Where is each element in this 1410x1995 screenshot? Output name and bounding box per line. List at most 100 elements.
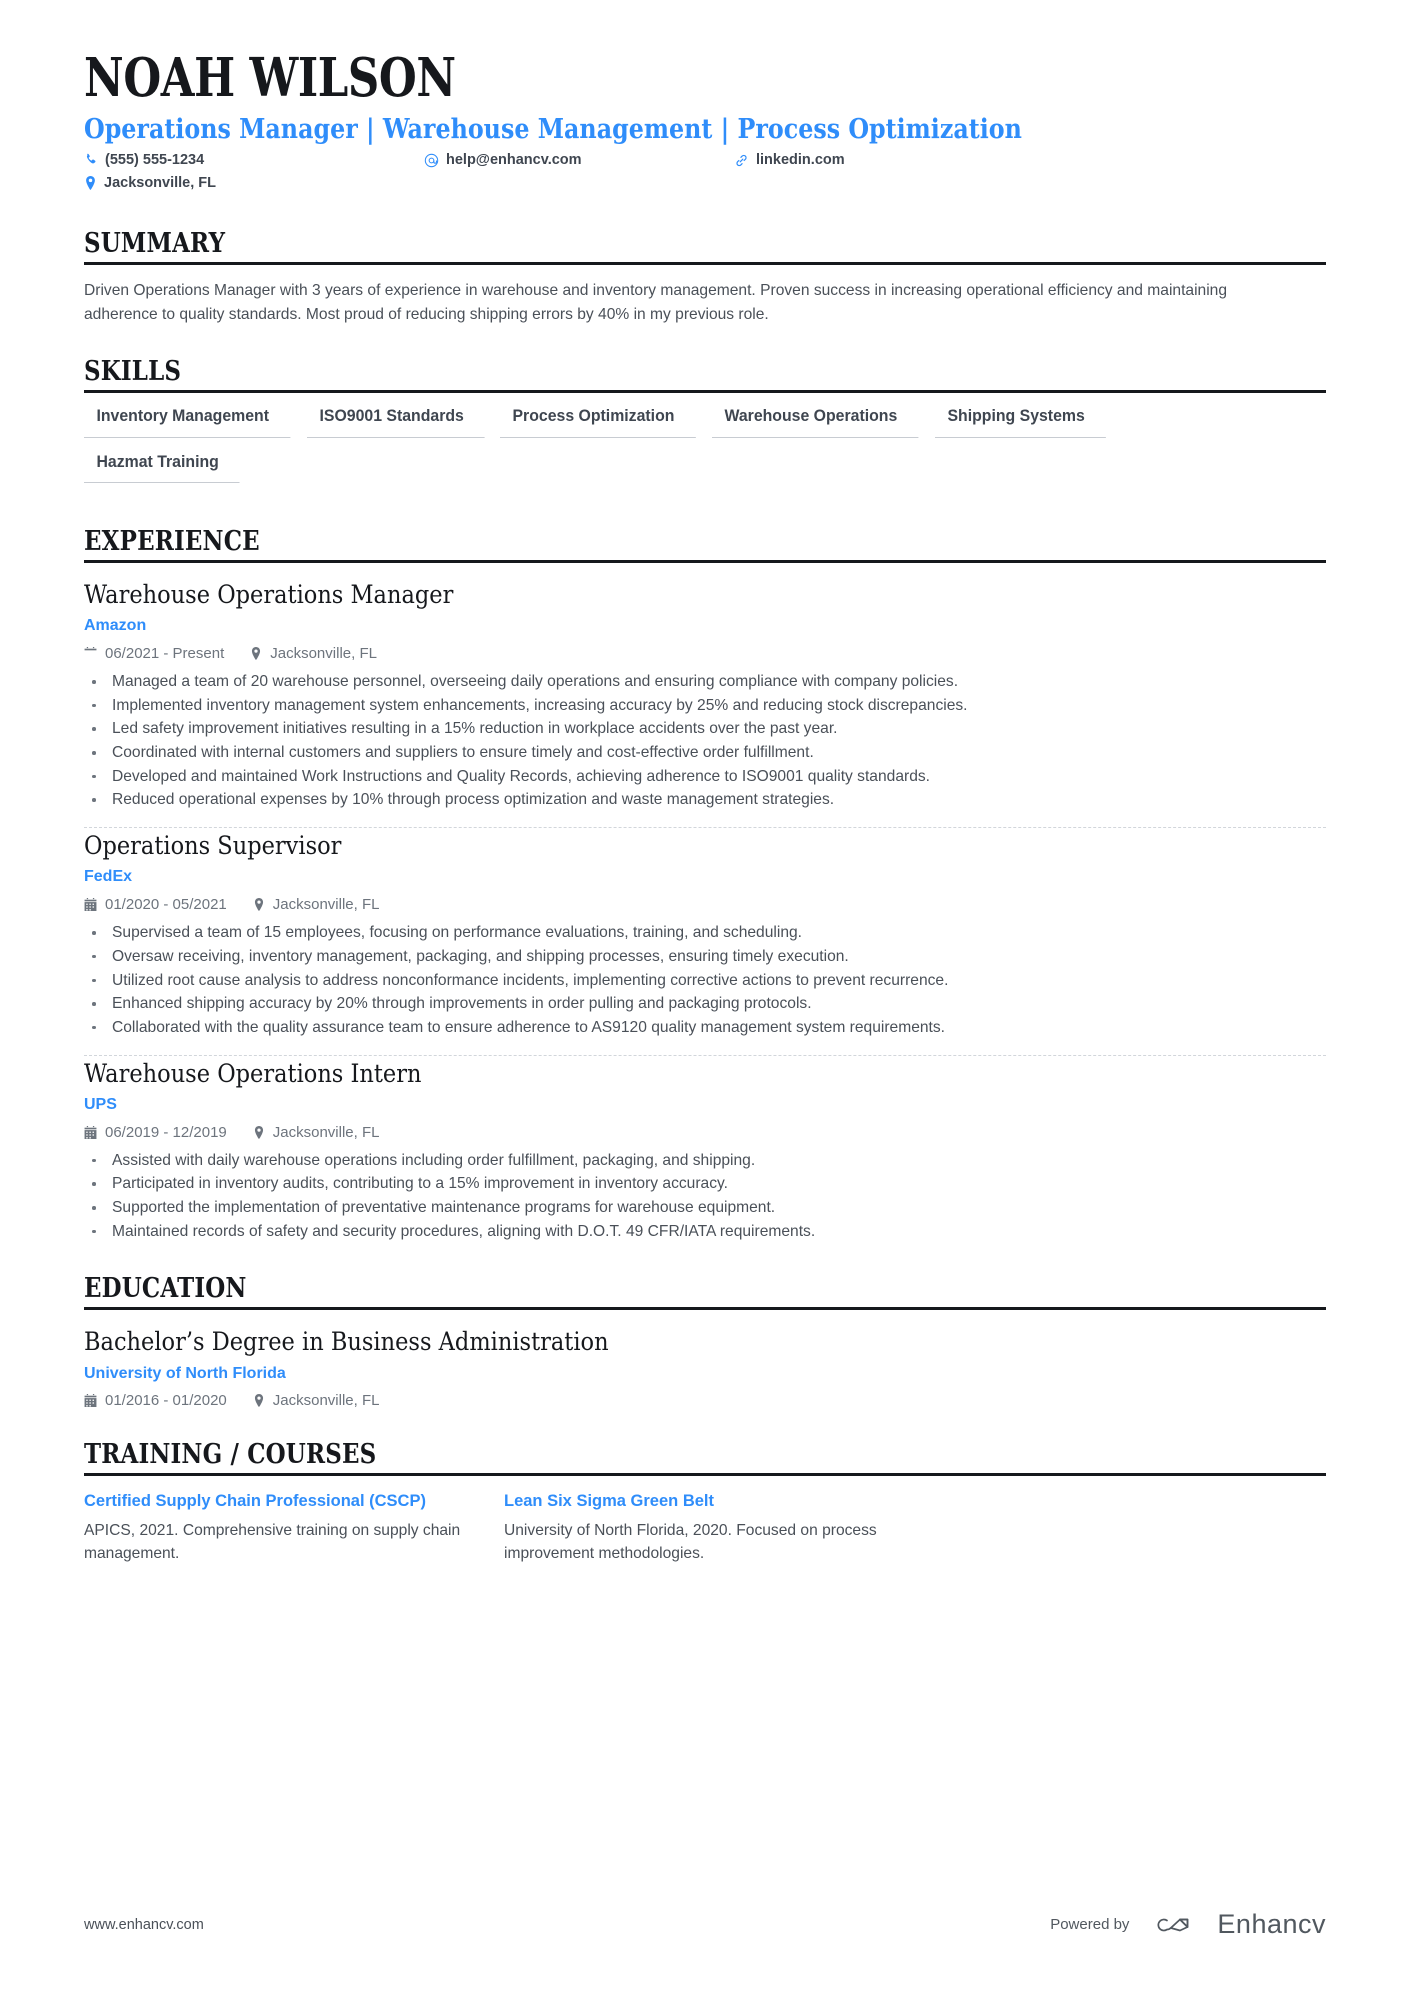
at-icon bbox=[424, 153, 439, 168]
section-summary: SUMMARY Driven Operations Manager with 3… bbox=[84, 228, 1326, 326]
experience-bullet: Collaborated with the quality assurance … bbox=[84, 1016, 1326, 1040]
experience-bullet: Developed and maintained Work Instructio… bbox=[84, 765, 1326, 789]
experience-bullet: Utilized root cause analysis to address … bbox=[84, 969, 1326, 993]
experience-bullet: Coordinated with internal customers and … bbox=[84, 741, 1326, 765]
education-dates: 01/2016 - 01/2020 bbox=[84, 1392, 227, 1409]
experience-entry: Operations Supervisor FedEx 01/2020 - 05… bbox=[84, 828, 1326, 1039]
calendar-icon bbox=[84, 647, 97, 660]
summary-text: Driven Operations Manager with 3 years o… bbox=[84, 282, 1228, 323]
brand-name: Enhancv bbox=[1217, 1909, 1326, 1939]
candidate-headline: Operations Manager | Warehouse Managemen… bbox=[84, 114, 1022, 145]
experience-list: Warehouse Operations Manager Amazon 06/2… bbox=[84, 563, 1326, 1243]
experience-company: UPS bbox=[84, 1095, 117, 1113]
contact-email-text: help@enhancv.com bbox=[446, 152, 582, 169]
section-education-title: EDUCATION bbox=[84, 1273, 247, 1305]
course-title: Lean Six Sigma Green Belt bbox=[504, 1492, 714, 1511]
experience-bullet: Enhanced shipping accuracy by 20% throug… bbox=[84, 992, 1326, 1016]
resume-header: NOAH WILSON Operations Manager | Warehou… bbox=[84, 52, 1326, 198]
experience-bullet: Supported the implementation of preventa… bbox=[84, 1196, 1326, 1220]
link-icon bbox=[734, 153, 749, 168]
resume-page: NOAH WILSON Operations Manager | Warehou… bbox=[0, 0, 1410, 1995]
experience-meta: 06/2019 - 12/2019 Jacksonville, FL bbox=[84, 1124, 1326, 1141]
page-footer: www.enhancv.com Powered by Enhancv bbox=[84, 1909, 1326, 1940]
calendar-icon bbox=[84, 1125, 97, 1139]
experience-job-title: Warehouse Operations Manager bbox=[84, 579, 454, 609]
experience-bullets: Supervised a team of 15 employees, focus… bbox=[84, 921, 1326, 1039]
skill-tag: Warehouse Operations bbox=[711, 405, 919, 438]
course-item: Lean Six Sigma Green Belt University of … bbox=[504, 1490, 924, 1566]
experience-meta: 06/2021 - Present Jacksonville, FL bbox=[84, 645, 1326, 662]
powered-by-label: Powered by bbox=[1050, 1916, 1130, 1933]
experience-location-text: Jacksonville, FL bbox=[272, 896, 380, 914]
section-education: EDUCATION Bachelor’s Degree in Business … bbox=[84, 1273, 1326, 1409]
skill-tag: Process Optimization bbox=[500, 405, 696, 438]
experience-bullet: Oversaw receiving, inventory management,… bbox=[84, 945, 1326, 969]
skill-tag: ISO9001 Standards bbox=[306, 405, 485, 438]
contact-block: (555) 555-1234 help@enhancv.com linkedin… bbox=[84, 152, 1326, 198]
section-skills: SKILLS Inventory Management ISO9001 Stan… bbox=[84, 356, 1326, 496]
experience-bullet: Led safety improvement initiatives resul… bbox=[84, 717, 1326, 741]
experience-bullet: Implemented inventory management system … bbox=[84, 694, 1326, 718]
skill-tag: Shipping Systems bbox=[934, 405, 1106, 438]
experience-dates: 06/2021 - Present bbox=[84, 645, 224, 662]
footer-website-url[interactable]: www.enhancv.com bbox=[84, 1917, 204, 1933]
contact-phone-text: (555) 555-1234 bbox=[105, 152, 205, 169]
location-pin-icon bbox=[250, 647, 262, 660]
contact-linkedin[interactable]: linkedin.com bbox=[734, 152, 1044, 168]
calendar-icon bbox=[84, 1394, 97, 1408]
course-item: Certified Supply Chain Professional (CSC… bbox=[84, 1490, 504, 1566]
contact-row-2: Jacksonville, FL bbox=[84, 175, 1326, 198]
experience-dates: 01/2020 - 05/2021 bbox=[84, 896, 227, 913]
experience-bullet: Managed a team of 20 warehouse personnel… bbox=[84, 670, 1326, 694]
section-experience-title: EXPERIENCE bbox=[84, 525, 260, 557]
experience-entry: Warehouse Operations Intern UPS 06/2019 … bbox=[84, 1056, 1326, 1244]
education-degree: Bachelor’s Degree in Business Administra… bbox=[84, 1327, 609, 1357]
experience-company: FedEx bbox=[84, 868, 133, 886]
education-school: University of North Florida bbox=[84, 1364, 286, 1382]
skills-list: Inventory Management ISO9001 Standards P… bbox=[84, 393, 1244, 496]
phone-icon bbox=[84, 153, 98, 167]
experience-job-title: Warehouse Operations Intern bbox=[84, 1058, 422, 1088]
experience-dates: 06/2019 - 12/2019 bbox=[84, 1124, 227, 1141]
experience-entry: Warehouse Operations Manager Amazon 06/2… bbox=[84, 577, 1326, 812]
experience-location-text: Jacksonville, FL bbox=[270, 645, 377, 662]
experience-bullet: Assisted with daily warehouse operations… bbox=[84, 1149, 1326, 1173]
experience-bullet: Supervised a team of 15 employees, focus… bbox=[84, 921, 1326, 945]
contact-linkedin-text: linkedin.com bbox=[756, 152, 845, 169]
experience-bullets: Assisted with daily warehouse operations… bbox=[84, 1149, 1326, 1244]
experience-bullet: Reduced operational expenses by 10% thro… bbox=[84, 788, 1326, 812]
education-location: Jacksonville, FL bbox=[253, 1392, 380, 1409]
section-summary-body: Driven Operations Manager with 3 years o… bbox=[84, 265, 1326, 326]
course-title: Certified Supply Chain Professional (CSC… bbox=[84, 1492, 426, 1511]
candidate-name: NOAH WILSON bbox=[84, 47, 456, 109]
experience-bullet: Participated in inventory audits, contri… bbox=[84, 1172, 1326, 1196]
contact-email[interactable]: help@enhancv.com bbox=[424, 152, 734, 168]
education-dates-text: 01/2016 - 01/2020 bbox=[105, 1392, 227, 1410]
skill-tag: Inventory Management bbox=[84, 405, 291, 438]
section-training-title: TRAINING / COURSES bbox=[84, 1439, 377, 1471]
contact-row-1: (555) 555-1234 help@enhancv.com linkedin… bbox=[84, 152, 1326, 175]
education-location-text: Jacksonville, FL bbox=[272, 1392, 380, 1410]
section-experience: EXPERIENCE Warehouse Operations Manager … bbox=[84, 526, 1326, 1243]
skill-tag: Hazmat Training bbox=[84, 451, 240, 483]
location-pin-icon bbox=[253, 898, 265, 912]
courses-list: Certified Supply Chain Professional (CSC… bbox=[84, 1476, 1326, 1566]
experience-location-text: Jacksonville, FL bbox=[272, 1123, 380, 1141]
section-skills-title: SKILLS bbox=[84, 356, 182, 388]
experience-bullets: Managed a team of 20 warehouse personnel… bbox=[84, 670, 1326, 812]
course-description: APICS, 2021. Comprehensive training on s… bbox=[84, 1521, 461, 1563]
course-description: University of North Florida, 2020. Focus… bbox=[504, 1521, 877, 1563]
location-pin-icon bbox=[84, 176, 97, 190]
education-meta: 01/2016 - 01/2020 Jacksonville, FL bbox=[84, 1392, 1326, 1409]
section-summary-title: SUMMARY bbox=[84, 228, 226, 260]
education-entry: Bachelor’s Degree in Business Administra… bbox=[84, 1324, 1326, 1409]
section-training: TRAINING / COURSES Certified Supply Chai… bbox=[84, 1439, 1326, 1566]
contact-location-text: Jacksonville, FL bbox=[104, 175, 217, 192]
calendar-icon bbox=[84, 898, 97, 912]
location-pin-icon bbox=[253, 1394, 265, 1408]
experience-dates-text: 06/2019 - 12/2019 bbox=[105, 1123, 227, 1141]
experience-location: Jacksonville, FL bbox=[253, 896, 380, 913]
location-pin-icon bbox=[253, 1125, 265, 1139]
experience-location: Jacksonville, FL bbox=[250, 645, 377, 662]
experience-meta: 01/2020 - 05/2021 Jacksonville, FL bbox=[84, 896, 1326, 913]
